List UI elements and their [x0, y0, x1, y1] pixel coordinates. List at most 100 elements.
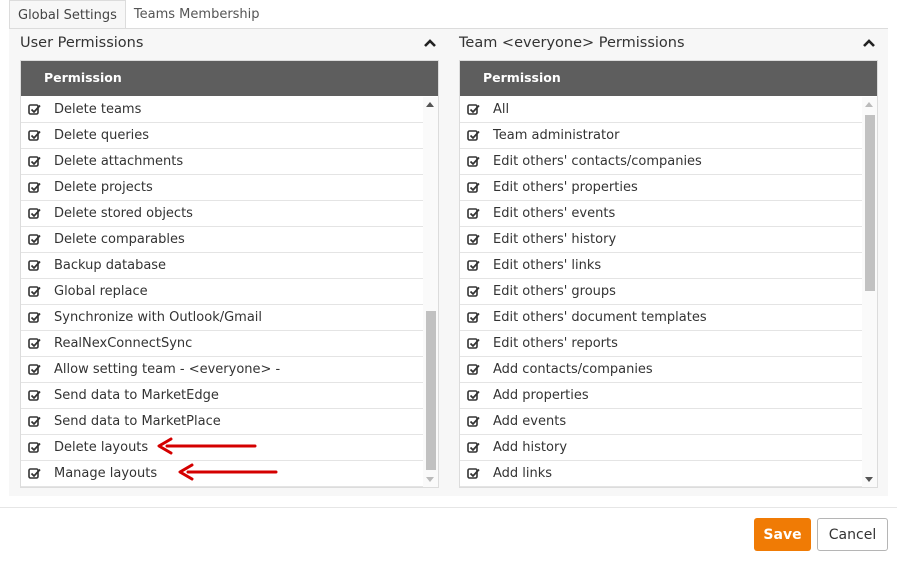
permission-row[interactable]: Delete queries [21, 123, 423, 149]
permission-label: Delete layouts [54, 440, 149, 455]
permission-row[interactable]: Manage layouts [21, 461, 423, 487]
permission-row[interactable]: Add events [460, 409, 862, 435]
team-permissions-list: All Team administrator Edit others' contac… [460, 97, 877, 487]
user-permissions-section: User Permissions Permission Delete teams… [20, 29, 439, 488]
permission-label: Allow setting team - <everyone> - [54, 362, 281, 377]
checkbox-checked-icon[interactable] [467, 259, 480, 272]
permission-label: Add events [493, 414, 567, 429]
checkbox-checked-icon[interactable] [467, 285, 480, 298]
checkbox-checked-icon[interactable] [467, 311, 480, 324]
checkbox-checked-icon[interactable] [467, 181, 480, 194]
checkbox-checked-icon[interactable] [467, 129, 480, 142]
checkbox-checked-icon[interactable] [467, 233, 480, 246]
permission-label: Edit others' events [493, 206, 616, 221]
checkbox-checked-icon[interactable] [28, 181, 41, 194]
permission-row[interactable]: Add links [460, 461, 862, 487]
checkbox-checked-icon[interactable] [467, 155, 480, 168]
permission-row[interactable]: Edit others' properties [460, 175, 862, 201]
permission-row[interactable]: Delete stored objects [21, 201, 423, 227]
team-permissions-scrollbar[interactable] [862, 97, 877, 487]
checkbox-checked-icon[interactable] [28, 155, 41, 168]
checkbox-checked-icon[interactable] [467, 441, 480, 454]
permission-row[interactable]: Edit others' links [460, 253, 862, 279]
checkbox-checked-icon[interactable] [467, 415, 480, 428]
scroll-up-icon[interactable] [426, 102, 434, 107]
checkbox-checked-icon[interactable] [28, 285, 41, 298]
permission-label: Edit others' contacts/companies [493, 154, 702, 169]
checkbox-checked-icon[interactable] [467, 389, 480, 402]
permission-label: Delete comparables [54, 232, 185, 247]
scroll-up-icon[interactable] [865, 102, 873, 107]
permission-row[interactable]: Edit others' document templates [460, 305, 862, 331]
permission-label: Add links [493, 466, 553, 481]
user-permissions-scrollbar[interactable] [423, 97, 438, 487]
scrollbar-thumb[interactable] [426, 311, 436, 470]
permission-row[interactable]: Edit others' groups [460, 279, 862, 305]
checkbox-checked-icon[interactable] [28, 441, 41, 454]
checkbox-checked-icon[interactable] [28, 467, 41, 480]
permission-row[interactable]: Add properties [460, 383, 862, 409]
permission-row[interactable]: Send data to MarketPlace [21, 409, 423, 435]
permission-row[interactable]: Edit others' contacts/companies [460, 149, 862, 175]
tab-global-settings[interactable]: Global Settings [9, 0, 126, 29]
permission-row[interactable]: Edit others' events [460, 201, 862, 227]
column-header-permission[interactable]: Permission [21, 61, 438, 96]
column-header-permission[interactable]: Permission [460, 61, 877, 96]
checkbox-checked-icon[interactable] [467, 337, 480, 350]
checkbox-checked-icon[interactable] [28, 363, 41, 376]
permission-row[interactable]: Delete layouts [21, 435, 423, 461]
settings-panel: User Permissions Permission Delete teams… [9, 28, 888, 496]
tab-teams-membership[interactable]: Teams Membership [126, 0, 268, 29]
permission-row[interactable]: RealNexConnectSync [21, 331, 423, 357]
permission-row[interactable]: All [460, 97, 862, 123]
permission-row[interactable]: Edit others' reports [460, 331, 862, 357]
checkbox-checked-icon[interactable] [28, 129, 41, 142]
checkbox-checked-icon[interactable] [28, 259, 41, 272]
permission-label: Backup database [54, 258, 167, 273]
permission-row[interactable]: Add history [460, 435, 862, 461]
user-permissions-header: User Permissions [20, 29, 439, 59]
checkbox-checked-icon[interactable] [467, 363, 480, 376]
checkbox-checked-icon[interactable] [28, 207, 41, 220]
scrollbar-thumb[interactable] [865, 115, 875, 291]
chevron-up-icon[interactable] [423, 38, 437, 48]
permission-label: Edit others' groups [493, 284, 616, 299]
permission-label: All [493, 102, 510, 117]
permission-row[interactable]: Global replace [21, 279, 423, 305]
permission-row[interactable]: Synchronize with Outlook/Gmail [21, 305, 423, 331]
permission-row[interactable]: Team administrator [460, 123, 862, 149]
user-permissions-title: User Permissions [20, 35, 144, 51]
permission-row[interactable]: Add contacts/companies [460, 357, 862, 383]
permission-row[interactable]: Delete comparables [21, 227, 423, 253]
permission-row[interactable]: Delete projects [21, 175, 423, 201]
permission-row[interactable]: Send data to MarketEdge [21, 383, 423, 409]
permission-label: Synchronize with Outlook/Gmail [54, 310, 263, 325]
checkbox-checked-icon[interactable] [28, 389, 41, 402]
team-permissions-section: Team <everyone> Permissions Permission A… [459, 29, 878, 488]
permission-row[interactable]: Delete attachments [21, 149, 423, 175]
tab-bar: Global Settings Teams Membership [9, 0, 268, 29]
permission-label: Add history [493, 440, 568, 455]
chevron-up-icon[interactable] [862, 38, 876, 48]
checkbox-checked-icon[interactable] [28, 233, 41, 246]
permission-label: Edit others' document templates [493, 310, 707, 325]
permission-label: Edit others' links [493, 258, 602, 273]
checkbox-checked-icon[interactable] [467, 467, 480, 480]
permission-row[interactable]: Edit others' history [460, 227, 862, 253]
team-permissions-title: Team <everyone> Permissions [459, 35, 685, 51]
permission-row[interactable]: Allow setting team - <everyone> - [21, 357, 423, 383]
permission-row[interactable]: Delete teams [21, 97, 423, 123]
permission-label: RealNexConnectSync [54, 336, 193, 351]
permission-label: Edit others' properties [493, 180, 638, 195]
checkbox-checked-icon[interactable] [28, 415, 41, 428]
permission-row[interactable]: Backup database [21, 253, 423, 279]
checkbox-checked-icon[interactable] [28, 311, 41, 324]
cancel-button[interactable]: Cancel [817, 518, 888, 551]
checkbox-checked-icon[interactable] [467, 207, 480, 220]
scroll-down-icon[interactable] [865, 477, 873, 482]
checkbox-checked-icon[interactable] [28, 337, 41, 350]
checkbox-checked-icon[interactable] [467, 103, 480, 116]
save-button[interactable]: Save [754, 518, 811, 551]
checkbox-checked-icon[interactable] [28, 103, 41, 116]
scroll-down-icon[interactable] [426, 477, 434, 482]
